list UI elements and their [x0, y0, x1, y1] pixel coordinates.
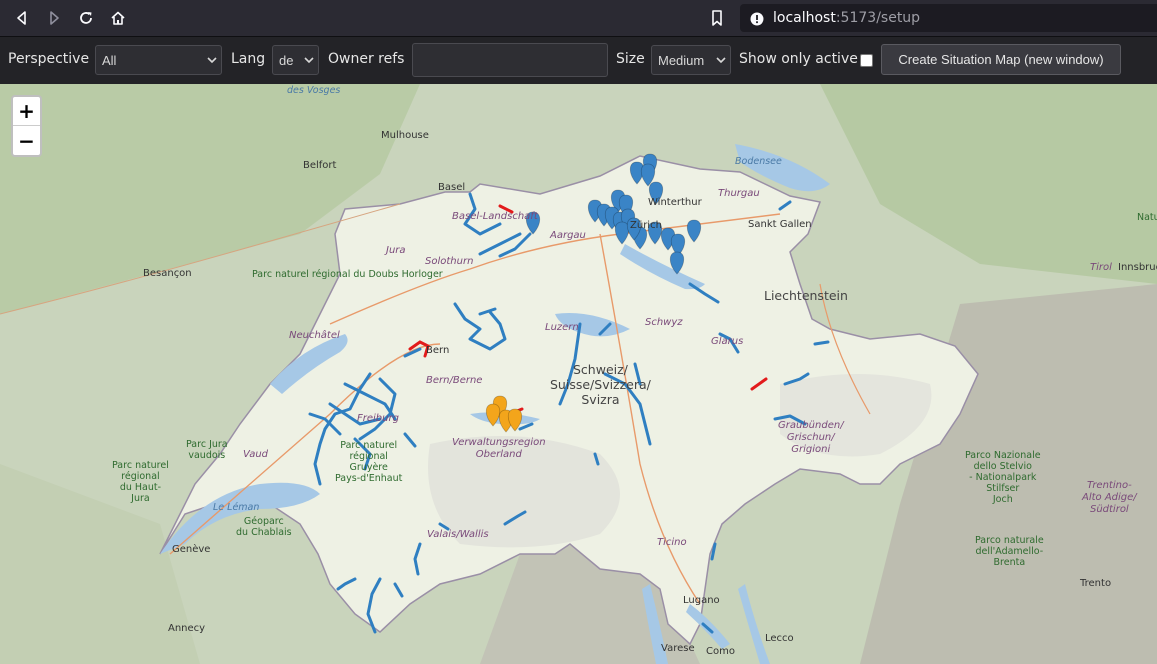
zoom-in-button[interactable]: + [13, 97, 40, 126]
perspective-label: Perspective [8, 51, 90, 67]
perspective-select[interactable]: All [95, 45, 222, 75]
lang-label: Lang [231, 51, 266, 67]
zoom-control: + − [11, 95, 42, 157]
home-icon[interactable] [106, 6, 130, 30]
url-path: :5173/setup [835, 10, 921, 26]
show-only-active-checkbox[interactable] [860, 54, 873, 67]
lang-select[interactable]: de [272, 45, 319, 75]
map-base [0, 84, 1157, 664]
app-toolbar: Perspective All Lang de Owner refs Size … [0, 36, 1157, 84]
forward-icon[interactable] [42, 6, 66, 30]
url-text: localhost:5173/setup [773, 10, 920, 26]
zoom-out-button[interactable]: − [13, 126, 40, 155]
size-label: Size [616, 51, 645, 67]
size-select[interactable]: Medium [651, 45, 731, 75]
owner-refs-input[interactable] [412, 43, 608, 77]
owner-refs-label: Owner refs [328, 51, 405, 67]
back-icon[interactable] [10, 6, 34, 30]
create-situation-map-button[interactable]: Create Situation Map (new window) [881, 44, 1121, 75]
browser-chrome: localhost:5173/setup [0, 0, 1157, 36]
reload-icon[interactable] [74, 6, 98, 30]
info-icon[interactable] [750, 11, 764, 26]
url-host: localhost [773, 10, 836, 26]
show-only-active-label: Show only active [739, 51, 858, 67]
map[interactable]: des Vosges Mulhouse Belfort Basel Basel-… [0, 84, 1157, 664]
url-bar[interactable]: localhost:5173/setup [740, 4, 1157, 32]
bookmark-icon[interactable] [707, 8, 727, 28]
